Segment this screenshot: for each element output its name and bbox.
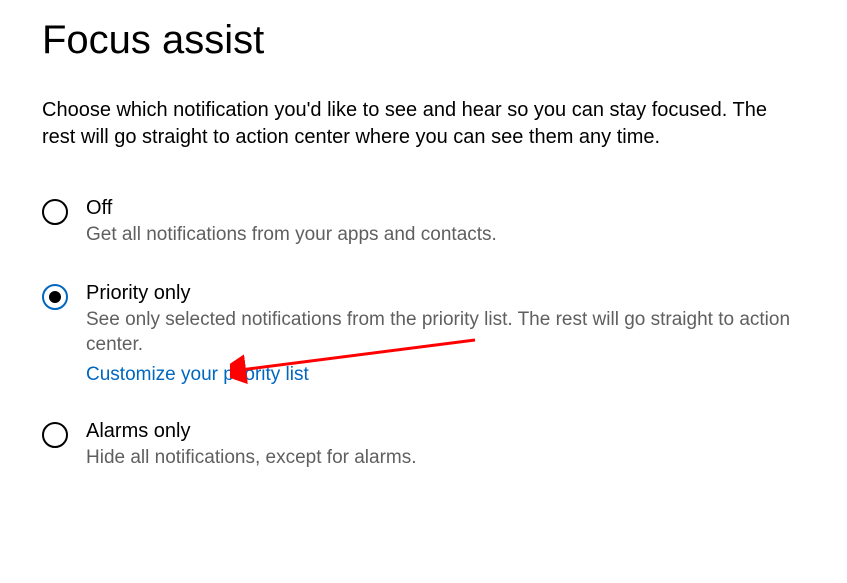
- option-off[interactable]: Off Get all notifications from your apps…: [42, 197, 811, 248]
- option-off-text: Off Get all notifications from your apps…: [86, 197, 497, 248]
- option-priority-only[interactable]: Priority only See only selected notifica…: [42, 282, 811, 386]
- radio-alarms-only[interactable]: [42, 422, 68, 448]
- option-priority-label[interactable]: Priority only: [86, 282, 806, 305]
- option-off-desc: Get all notifications from your apps and…: [86, 222, 497, 248]
- settings-description: Choose which notification you'd like to …: [42, 97, 802, 151]
- page-title: Focus assist: [42, 18, 811, 63]
- option-alarms-desc: Hide all notifications, except for alarm…: [86, 445, 417, 471]
- option-alarms-only[interactable]: Alarms only Hide all notifications, exce…: [42, 420, 811, 471]
- option-off-label[interactable]: Off: [86, 197, 497, 220]
- focus-assist-options: Off Get all notifications from your apps…: [42, 197, 811, 471]
- option-alarms-label[interactable]: Alarms only: [86, 420, 417, 443]
- customize-priority-list-link[interactable]: Customize your priority list: [86, 364, 806, 386]
- option-priority-text: Priority only See only selected notifica…: [86, 282, 806, 386]
- radio-priority-only[interactable]: [42, 284, 68, 310]
- option-alarms-text: Alarms only Hide all notifications, exce…: [86, 420, 417, 471]
- radio-off[interactable]: [42, 199, 68, 225]
- option-priority-desc: See only selected notifications from the…: [86, 307, 806, 358]
